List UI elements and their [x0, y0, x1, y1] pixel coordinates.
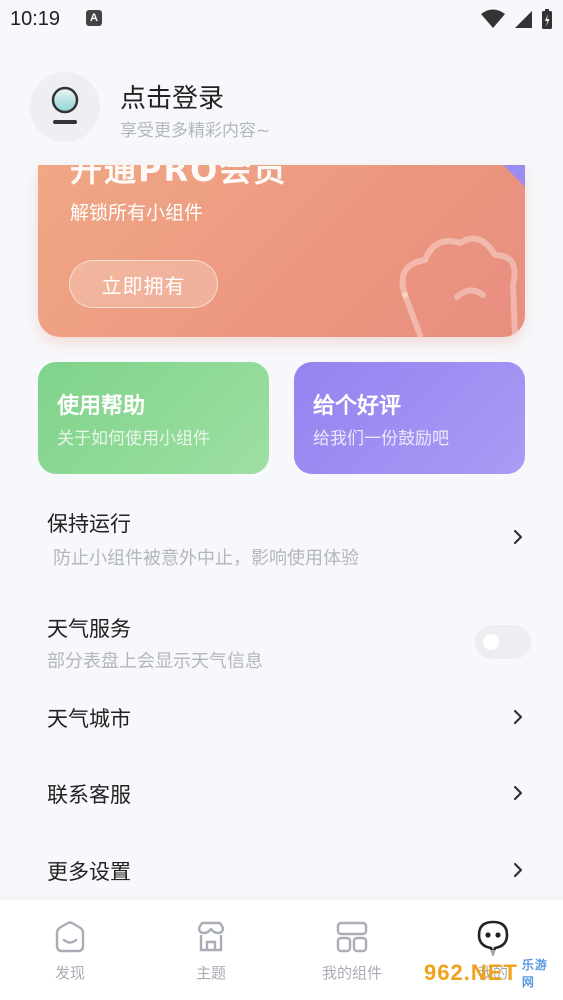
status-time: 10:19: [10, 8, 61, 30]
status-icons: [481, 8, 553, 30]
weather-service-toggle[interactable]: [475, 625, 531, 659]
watermark-logo: 962.NET 乐游网: [424, 950, 560, 996]
setting-more[interactable]: 更多设置: [0, 850, 563, 890]
chevron-right-icon: [513, 862, 523, 878]
setting-title: 天气服务: [47, 617, 131, 641]
crown-decoration-icon: [399, 235, 518, 337]
rate-card[interactable]: 给个好评 给我们一份鼓励吧: [294, 362, 525, 474]
setting-subtitle: 防止小组件被意外中止，影响使用体验: [53, 548, 359, 569]
help-card-subtitle: 关于如何使用小组件: [57, 429, 210, 449]
default-avatar-icon: [51, 86, 79, 124]
setting-contact-support[interactable]: 联系客服: [0, 773, 563, 813]
help-card-title: 使用帮助: [57, 394, 146, 419]
setting-title: 更多设置: [47, 860, 131, 884]
avatar[interactable]: [30, 72, 100, 142]
login-title[interactable]: 点击登录: [120, 78, 224, 115]
store-icon: [197, 921, 225, 952]
tab-label: 主题: [195, 964, 226, 982]
status-bar: 10:19 A: [0, 0, 563, 40]
setting-title: 保持运行: [47, 512, 131, 536]
widgets-icon: [336, 921, 368, 953]
tab-label: 我的组件: [321, 964, 382, 982]
signal-icon: [515, 11, 532, 28]
tab-discover[interactable]: 发现: [0, 900, 140, 1000]
setting-title: 联系客服: [47, 783, 131, 807]
rate-card-title: 给个好评: [313, 394, 402, 419]
corner-ribbon: [503, 165, 525, 187]
tab-my-widgets[interactable]: 我的组件: [282, 900, 422, 1000]
toggle-knob: [483, 634, 499, 650]
setting-subtitle: 部分表盘上会显示天气信息: [47, 651, 263, 672]
pro-membership-card[interactable]: 开通PRO会员 解锁所有小组件 立即拥有: [38, 165, 525, 337]
setting-weather-service: 天气服务 部分表盘上会显示天气信息: [0, 607, 563, 677]
setting-weather-city[interactable]: 天气城市: [0, 697, 563, 737]
setting-title: 天气城市: [47, 707, 131, 731]
profile-header[interactable]: 点击登录 享受更多精彩内容~: [30, 72, 533, 142]
discover-icon: [55, 921, 85, 953]
rate-card-subtitle: 给我们一份鼓励吧: [313, 429, 449, 449]
tab-themes[interactable]: 主题: [141, 900, 281, 1000]
pro-card-subtitle: 解锁所有小组件: [70, 202, 204, 224]
setting-keep-running[interactable]: 保持运行 防止小组件被意外中止，影响使用体验: [0, 500, 563, 580]
pro-card-title: 开通PRO会员: [70, 165, 288, 189]
watermark-text: 962.NET: [424, 960, 518, 985]
accessibility-notification-icon: A: [86, 10, 102, 26]
login-subtitle: 享受更多精彩内容~: [120, 121, 271, 141]
help-card[interactable]: 使用帮助 关于如何使用小组件: [38, 362, 269, 474]
get-pro-button[interactable]: 立即拥有: [69, 260, 218, 308]
chevron-right-icon: [513, 529, 523, 545]
tab-label: 发现: [54, 964, 85, 982]
wifi-icon: [481, 9, 505, 28]
chevron-right-icon: [513, 709, 523, 725]
watermark-sub: 乐游网: [521, 958, 548, 989]
battery-icon: [542, 9, 552, 29]
chevron-right-icon: [513, 785, 523, 801]
